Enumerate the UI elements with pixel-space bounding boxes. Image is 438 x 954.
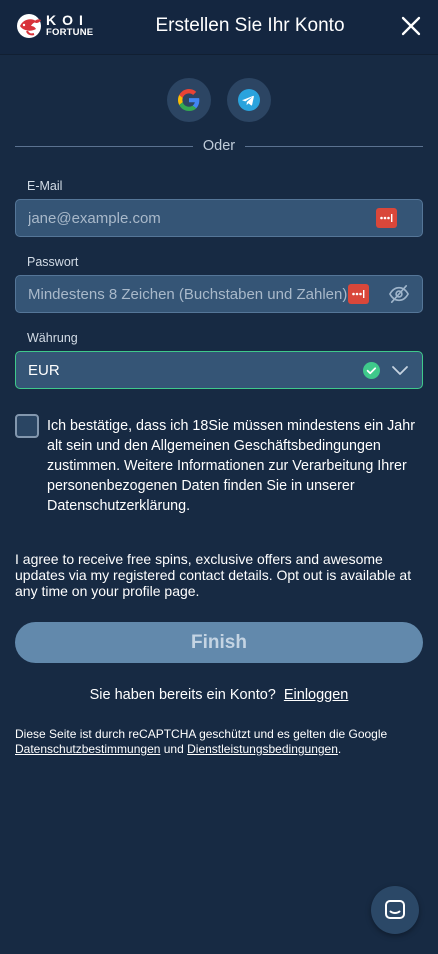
divider-line-right <box>245 146 423 147</box>
currency-label: Währung <box>27 331 78 345</box>
marketing-consent-text: I agree to receive free spins, exclusive… <box>15 551 412 599</box>
password-manager-icon[interactable] <box>376 208 397 228</box>
email-label: E-Mail <box>27 179 63 193</box>
currency-select[interactable]: EUR <box>15 351 423 389</box>
telegram-login-button[interactable] <box>227 78 271 122</box>
login-prompt: Sie haben bereits ein Konto? Einloggen <box>0 687 438 703</box>
chevron-down-icon <box>392 366 408 375</box>
telegram-icon <box>238 89 260 111</box>
login-link[interactable]: Einloggen <box>284 687 349 703</box>
email-input[interactable] <box>28 200 348 236</box>
chat-button[interactable] <box>371 886 419 934</box>
logo-text-top: KOI <box>46 12 89 28</box>
password-input[interactable] <box>28 276 358 312</box>
koi-fish-icon <box>17 14 41 38</box>
privacy-policy-link[interactable]: Datenschutzbestimmungen <box>15 742 160 756</box>
chat-icon <box>385 900 405 919</box>
eye-off-icon[interactable] <box>388 284 410 304</box>
koi-fortune-logo[interactable]: KOI FORTUNE <box>15 11 105 41</box>
close-icon[interactable] <box>400 15 422 37</box>
terms-text: Ich bestätige, dass ich 18Sie müssen min… <box>47 418 415 514</box>
recaptcha-text: Diese Seite ist durch reCAPTCHA geschütz… <box>15 727 388 741</box>
terms-checkbox[interactable] <box>15 414 39 438</box>
recaptcha-end: . <box>337 742 342 756</box>
logo-text-bottom: FORTUNE <box>46 27 94 38</box>
recaptcha-notice: Diese Seite ist durch reCAPTCHA geschütz… <box>15 727 427 757</box>
check-circle-icon <box>363 362 380 379</box>
login-prompt-text: Sie haben bereits ein Konto? <box>89 687 276 703</box>
finish-button[interactable]: Finish <box>15 622 423 663</box>
recaptcha-and: und <box>160 742 188 756</box>
header: KOI FORTUNE Erstellen Sie Ihr Konto <box>0 0 438 54</box>
currency-value: EUR <box>28 362 60 379</box>
google-icon <box>178 89 200 111</box>
divider-text: Oder <box>202 138 236 154</box>
password-field[interactable] <box>15 275 423 313</box>
password-manager-icon[interactable] <box>348 284 369 304</box>
divider-line-left <box>15 146 193 147</box>
email-field[interactable] <box>15 199 423 237</box>
password-label: Passwort <box>27 255 79 269</box>
google-login-button[interactable] <box>167 78 211 122</box>
terms-of-service-link[interactable]: Dienstleistungsbedingungen <box>187 742 338 756</box>
page-title: Erstellen Sie Ihr Konto <box>155 15 345 36</box>
